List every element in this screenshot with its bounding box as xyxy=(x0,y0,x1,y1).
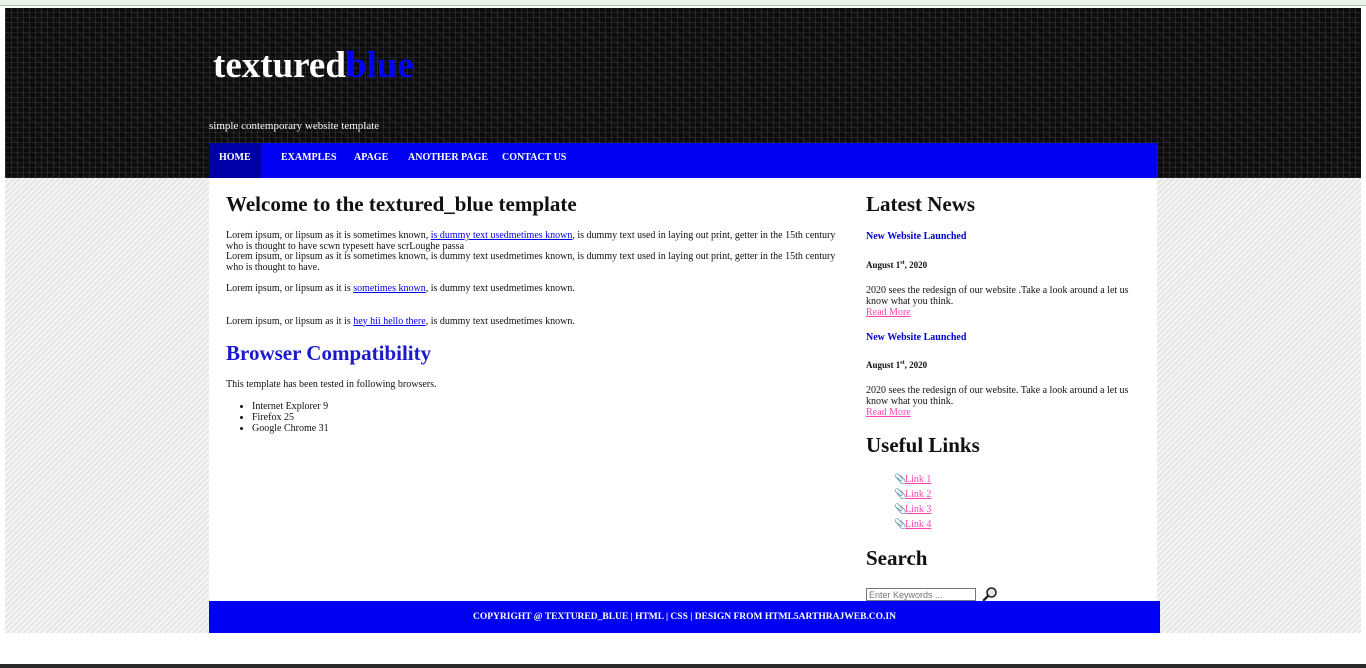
content-area: Welcome to the textured_blue template Lo… xyxy=(209,178,1157,603)
dummy-text-link[interactable]: is dummy text usedmetimes known xyxy=(431,230,573,241)
useful-links-list: 📎Link 1 📎Link 2 📎Link 3 📎Link 4 xyxy=(894,472,931,532)
footer: Copyright @ textured_blue | HTML | CSS |… xyxy=(209,601,1160,633)
news-date: August 1st, 2020 xyxy=(866,360,928,370)
paragraph-3: Lorem ipsum, or lipsum as it is hey hii … xyxy=(226,315,575,327)
news-text: 2020 sees the redesign of our website .T… xyxy=(866,285,1129,307)
useful-links-heading: Useful Links xyxy=(866,433,980,457)
nav-home[interactable]: Home xyxy=(209,143,261,178)
nav-another-page[interactable]: Another Page xyxy=(408,143,488,178)
logo-main-text: textured xyxy=(213,45,346,86)
page-title: Welcome to the textured_blue template xyxy=(226,192,577,216)
news-title[interactable]: New Website Launched xyxy=(866,332,966,343)
main-nav: Home Examples APage Another Page Contact… xyxy=(209,143,1157,178)
latest-news-heading: Latest News xyxy=(866,192,976,216)
read-more-link[interactable]: Read More xyxy=(866,307,911,318)
logo-accent-text: blue xyxy=(345,45,414,86)
page-frame: texturedblue simple contemporary website… xyxy=(5,8,1361,633)
paperclip-icon: 📎 xyxy=(894,504,907,515)
list-item: Firefox 25 xyxy=(252,412,846,423)
list-item[interactable]: 📎Link 2 xyxy=(894,487,931,502)
paperclip-icon: 📎 xyxy=(894,489,907,500)
site-slogan: simple contemporary website template xyxy=(209,120,380,132)
browser-list: Internet Explorer 9 Firefox 25 Google Ch… xyxy=(226,401,846,434)
paperclip-icon: 📎 xyxy=(894,519,907,530)
top-border xyxy=(0,0,1366,6)
search-button[interactable] xyxy=(982,586,998,602)
list-item: Internet Explorer 9 xyxy=(252,401,846,412)
news-text: 2020 sees the redesign of our website. T… xyxy=(866,385,1129,407)
paperclip-icon: 📎 xyxy=(894,474,907,485)
nav-contact-us[interactable]: Contact Us xyxy=(502,143,566,178)
bottom-border xyxy=(0,664,1366,668)
read-more-link[interactable]: Read More xyxy=(866,407,911,418)
tested-text: This template has been tested in followi… xyxy=(226,379,437,390)
browser-compat-heading: Browser Compatibility xyxy=(226,341,432,365)
list-item[interactable]: 📎Link 4 xyxy=(894,517,931,532)
search-input[interactable] xyxy=(866,588,976,601)
list-item: Google Chrome 31 xyxy=(252,423,846,434)
search-heading: Search xyxy=(866,546,928,570)
news-date: August 1st, 2020 xyxy=(866,260,928,270)
magnifier-icon xyxy=(982,587,997,602)
intro-paragraph: Lorem ipsum, or lipsum as it is sometime… xyxy=(226,230,836,273)
hey-hii-link[interactable]: hey hii hello there xyxy=(353,316,425,327)
nav-examples[interactable]: Examples xyxy=(281,143,337,178)
nav-apage[interactable]: APage xyxy=(354,143,388,178)
header-banner: texturedblue simple contemporary website… xyxy=(5,8,1361,178)
paragraph-2: Lorem ipsum, or lipsum as it is sometime… xyxy=(226,283,575,294)
list-item[interactable]: 📎Link 3 xyxy=(894,502,931,517)
site-logo[interactable]: texturedblue xyxy=(213,44,414,87)
news-title[interactable]: New Website Launched xyxy=(866,231,966,242)
sometimes-known-link[interactable]: sometimes known xyxy=(353,283,426,294)
main-content: Welcome to the textured_blue template Lo… xyxy=(226,178,846,434)
list-item[interactable]: 📎Link 1 xyxy=(894,472,931,487)
